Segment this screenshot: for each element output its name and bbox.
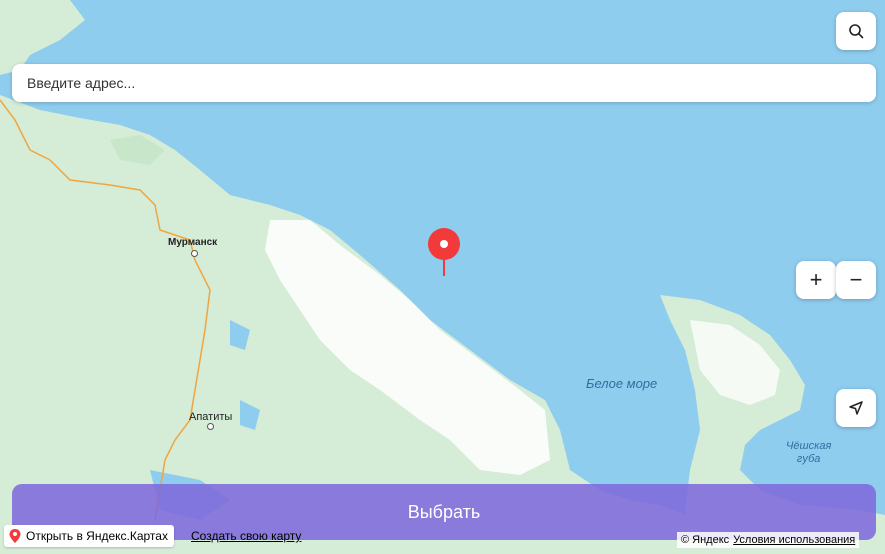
label-white-sea: Белое море (586, 376, 658, 391)
label-apatity: Апатиты (189, 411, 233, 423)
label-bay-line2: губа (796, 453, 821, 465)
murmansk-marker (191, 250, 198, 257)
location-arrow-icon (849, 401, 863, 415)
open-in-yandex-maps-link[interactable]: Открыть в Яндекс.Картах (4, 525, 174, 547)
search-icon (849, 24, 864, 39)
map-pin-icon[interactable] (428, 228, 460, 276)
search-button[interactable] (836, 12, 876, 50)
copyright-text: © Яндекс (681, 534, 730, 546)
address-input[interactable] (25, 74, 863, 92)
map-view[interactable]: Мурманск Апатиты Белое море Чёшская губа… (0, 0, 885, 554)
copyright-bar: © Яндекс Условия использования (677, 532, 860, 548)
apatity-marker (207, 423, 214, 430)
label-bay: Чёшская губа (786, 440, 831, 466)
address-bar[interactable] (12, 64, 876, 102)
yandex-maps-pin-icon (9, 529, 21, 543)
zoom-out-button[interactable]: − (836, 261, 876, 299)
open-in-yandex-maps-label: Открыть в Яндекс.Картах (26, 529, 168, 543)
label-bay-line1: Чёшская (786, 440, 832, 452)
create-map-link[interactable]: Создать свою карту (191, 529, 301, 543)
geolocation-button[interactable] (836, 389, 876, 427)
terms-link[interactable]: Условия использования (733, 534, 855, 546)
zoom-in-button[interactable]: + (796, 261, 836, 299)
label-murmansk: Мурманск (168, 237, 218, 248)
